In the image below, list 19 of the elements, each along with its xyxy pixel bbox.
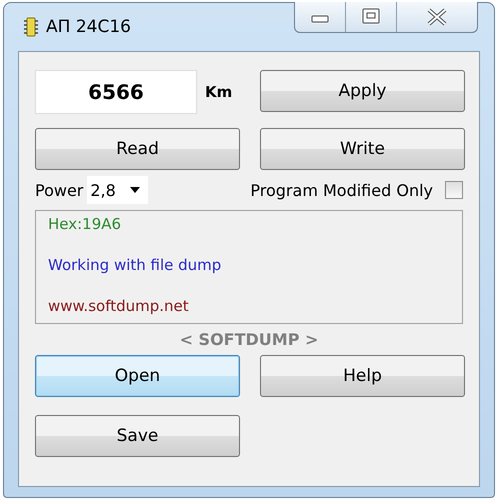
action-button[interactable]: Save bbox=[35, 415, 240, 457]
log-line: www.softdump.net bbox=[48, 297, 190, 315]
log-line: Working with file dump bbox=[48, 256, 222, 274]
checkbox[interactable] bbox=[445, 181, 463, 199]
window-title: АП 24C16 bbox=[46, 17, 131, 37]
action-button[interactable]: Read bbox=[35, 128, 240, 170]
action-button[interactable]: Apply bbox=[260, 70, 465, 112]
action-button[interactable]: Write bbox=[260, 128, 465, 170]
power-label: Power bbox=[35, 180, 84, 200]
chip-icon bbox=[24, 17, 38, 37]
checkbox-label: Program Modified Only bbox=[250, 180, 433, 200]
action-button[interactable]: Help bbox=[260, 355, 465, 397]
unit-label: Km bbox=[205, 83, 232, 101]
mileage-field[interactable]: 6566 bbox=[35, 70, 197, 114]
power-dropdown[interactable]: 2,8 bbox=[87, 176, 148, 204]
action-button[interactable]: Open bbox=[35, 355, 240, 397]
caret-icon bbox=[130, 187, 140, 193]
log-line: Hex:19A6 bbox=[48, 215, 122, 233]
brand-label: < SOFTDUMP > bbox=[180, 330, 318, 349]
